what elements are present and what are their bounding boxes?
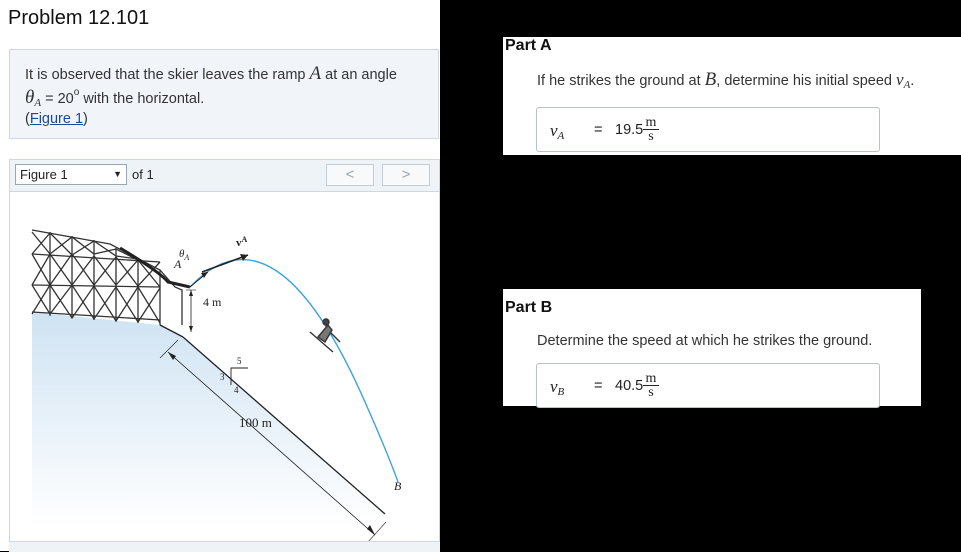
skier-icon xyxy=(309,318,341,353)
part-a-unit-den: s xyxy=(648,129,654,144)
va-sub: A xyxy=(242,235,248,244)
statement-text-3: with the horizontal. xyxy=(79,90,205,107)
part-a-question: If he strikes the ground at B, determine… xyxy=(537,69,914,91)
theta-a-sub: A xyxy=(183,253,189,262)
figure-select-value: Figure 1 xyxy=(20,167,68,182)
fig-link-close: ) xyxy=(83,110,88,127)
part-a-unit: m s xyxy=(643,116,659,144)
part-b-unit-den: s xyxy=(648,385,654,400)
part-b-unit-num: m xyxy=(643,372,659,386)
part-a-title: Part A xyxy=(505,37,552,54)
part-a-question-sub: A xyxy=(903,79,911,91)
ramp-trestle xyxy=(31,229,183,325)
dropdown-arrow-icon: ▼ xyxy=(113,169,122,179)
problem-statement: It is observed that the skier leaves the… xyxy=(9,49,439,139)
ramp-label: A xyxy=(309,63,322,84)
previous-figure-button[interactable]: < xyxy=(326,164,374,186)
part-b-question: Determine the speed at which he strikes … xyxy=(537,333,873,349)
slope-5-label: 5 xyxy=(237,356,242,366)
part-a-question-text-2: , determine his initial speed xyxy=(716,73,897,89)
part-b-unit: m s xyxy=(643,372,659,400)
part-b-title: Part B xyxy=(505,299,553,316)
velocity-vector xyxy=(201,254,249,273)
part-a-question-text-1: If he strikes the ground at xyxy=(537,73,705,89)
part-a-question-var: v xyxy=(896,70,904,89)
statement-text-2: at an angle xyxy=(321,67,397,83)
problem-title: Problem 12.101 xyxy=(8,7,150,29)
part-a-answer-field[interactable]: vA = 19.5 m s xyxy=(536,107,880,152)
panel-footer xyxy=(9,541,440,552)
figure-select[interactable]: Figure 1 ▼ xyxy=(15,164,127,185)
part-b-panel: Part B Determine the speed at which he s… xyxy=(503,289,921,408)
theta-symbol: θ xyxy=(25,86,35,108)
figure-toolbar: Figure 1 ▼ of 1 < > xyxy=(10,160,439,192)
point-b-label: B xyxy=(394,479,402,493)
theta-subscript: A xyxy=(34,96,42,109)
figure-link[interactable]: Figure 1 xyxy=(30,111,83,127)
part-a-unit-num: m xyxy=(643,116,659,130)
part-a-point: B xyxy=(704,69,717,90)
part-a-answer-var: vA xyxy=(550,121,565,142)
svg-text:vA: vA xyxy=(236,235,248,249)
slope-3-label: 3 xyxy=(220,372,225,382)
angle-value: = 20 xyxy=(41,90,74,107)
snow-slope xyxy=(32,312,385,527)
part-a-question-end: . xyxy=(910,73,915,89)
figure-panel: Figure 1 ▼ of 1 < > θA vA A 4 m 5 4 3 10… xyxy=(9,159,440,544)
part-b-answer-value: 40.5 xyxy=(615,378,644,394)
slope-4-label: 4 xyxy=(234,385,239,395)
height-label: 4 m xyxy=(203,295,222,309)
distance-label: 100 m xyxy=(239,415,272,430)
part-b-equals: = xyxy=(594,378,603,394)
degree-symbol: o xyxy=(73,87,80,98)
part-a-answer-value: 19.5 xyxy=(615,122,644,138)
point-a-label: A xyxy=(173,257,182,271)
part-a-equals: = xyxy=(594,122,603,138)
next-figure-button[interactable]: > xyxy=(382,164,430,186)
statement-text-1: It is observed that the skier leaves the… xyxy=(25,67,310,83)
skier-ramp-figure: θA vA A 4 m 5 4 3 100 m B xyxy=(31,229,402,542)
problem-panel: Problem 12.101 It is observed that the s… xyxy=(0,0,440,552)
figure-count: of 1 xyxy=(132,167,154,182)
part-b-answer-field[interactable]: vB = 40.5 m s xyxy=(536,363,880,408)
part-a-panel: Part A If he strikes the ground at B, de… xyxy=(503,37,961,155)
part-b-answer-var: vB xyxy=(550,377,565,398)
